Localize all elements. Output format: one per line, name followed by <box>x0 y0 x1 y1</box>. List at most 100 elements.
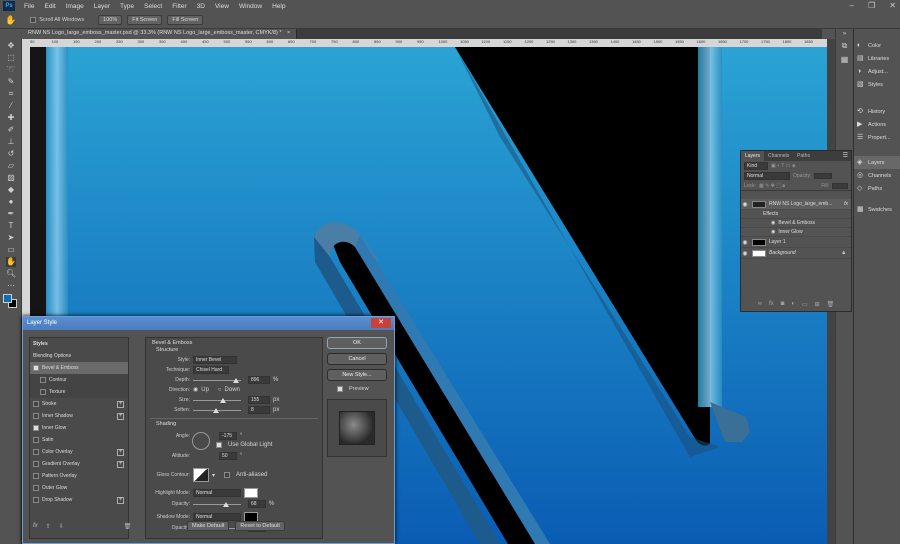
add-style-icon[interactable]: fx <box>769 301 774 308</box>
dialog-title-bar[interactable]: Layer Style ✕ <box>23 317 394 330</box>
menu-filter[interactable]: Filter <box>167 3 191 10</box>
menu-edit[interactable]: Edit <box>39 3 60 10</box>
panel-paths[interactable]: ◇ Paths <box>854 182 900 195</box>
highlight-opacity-slider[interactable] <box>193 501 241 507</box>
add-effect-plus-icon[interactable]: + <box>117 412 124 420</box>
panel-libraries[interactable]: ▤ Libraries <box>854 52 900 65</box>
direction-down-radio[interactable]: ○ <box>218 387 222 393</box>
panel-swatches[interactable]: ▦ Swatches <box>854 203 900 216</box>
style-checkbox[interactable] <box>33 413 39 419</box>
add-effect-plus-icon[interactable]: + <box>117 448 124 456</box>
new-style-button[interactable]: New Style... <box>327 369 387 381</box>
healing-tool-icon[interactable]: ✚ <box>6 113 16 123</box>
visibility-eye-icon[interactable]: ◉ <box>741 239 749 246</box>
foreground-color-swatch[interactable] <box>3 294 12 303</box>
menu-view[interactable]: View <box>210 3 234 10</box>
fill-screen-button[interactable]: Fill Screen <box>167 15 204 25</box>
fill-input[interactable] <box>832 182 848 189</box>
visibility-eye-icon[interactable]: ◉ <box>741 201 749 208</box>
style-checkbox[interactable] <box>33 497 39 503</box>
style-item-inner-shadow[interactable]: Inner Shadow + <box>30 410 128 422</box>
menu-file[interactable]: File <box>19 3 39 10</box>
lock-icons[interactable]: ▦ ✎ ✥ ⬚ 🔒︎ <box>759 183 785 189</box>
visibility-eye-icon[interactable]: ◉ <box>771 220 775 226</box>
quick-select-tool-icon[interactable]: ✎ <box>6 77 16 87</box>
add-effect-plus-icon[interactable]: + <box>117 496 124 504</box>
highlight-opacity-input[interactable]: 68 <box>248 500 266 508</box>
style-item-gradient-overlay[interactable]: Gradient Overlay + <box>30 458 128 470</box>
style-item-contour[interactable]: Contour <box>30 374 128 386</box>
highlight-opacity-knob[interactable] <box>222 501 229 507</box>
style-item-color-overlay[interactable]: Color Overlay + <box>30 446 128 458</box>
highlight-mode-select[interactable]: Normal <box>193 489 241 497</box>
gloss-contour-picker[interactable] <box>193 468 209 482</box>
hand-tool-icon[interactable]: ✋ <box>6 257 16 267</box>
filter-icons[interactable]: ▣ ◐ T ▭ ◈ <box>771 163 796 169</box>
pen-tool-icon[interactable]: ✒ <box>6 209 16 219</box>
eyedropper-tool-icon[interactable]: ⁄ <box>6 101 16 111</box>
menu-layer[interactable]: Layer <box>89 3 115 10</box>
restore-button[interactable]: ❐ <box>868 1 875 10</box>
stamp-tool-icon[interactable]: ⊥ <box>6 137 16 147</box>
adjustment-layer-icon[interactable]: ◐ <box>791 301 795 308</box>
horizontal-ruler[interactable]: 50 100 150 200 250 300 350 400 450 500 550 600 650 70… <box>22 39 830 47</box>
layer-effect-inner-glow[interactable]: ◉ Inner Glow <box>741 228 851 237</box>
size-input[interactable]: 155 <box>248 396 270 404</box>
new-layer-icon[interactable]: ⊞ <box>815 301 820 308</box>
tab-channels[interactable]: Channels <box>764 151 793 161</box>
style-select[interactable]: Inner Bevel <box>193 356 237 364</box>
panel-menu-icon[interactable]: ☰ <box>840 151 851 161</box>
blur-tool-icon[interactable]: ◆ <box>6 185 16 195</box>
layer-row-background[interactable]: ◉ Background 🔒︎ <box>741 248 851 259</box>
document-tab[interactable]: RNW NS Logo_large_emboss_master.psd @ 33… <box>22 29 298 39</box>
delete-layer-icon[interactable]: 🗑︎ <box>827 301 835 308</box>
type-tool-icon[interactable]: T <box>6 221 16 231</box>
marquee-tool-icon[interactable]: ⬚ <box>6 53 16 63</box>
soften-slider-knob[interactable] <box>213 407 220 413</box>
style-checkbox[interactable] <box>33 425 39 431</box>
menu-select[interactable]: Select <box>139 3 167 10</box>
menu-help[interactable]: Help <box>267 3 290 10</box>
shape-tool-icon[interactable]: ▭ <box>6 245 16 255</box>
reset-to-default-button[interactable]: Reset to Default <box>235 521 285 531</box>
style-checkbox[interactable] <box>33 461 39 467</box>
depth-slider-knob[interactable] <box>233 377 240 383</box>
style-item-pattern-overlay[interactable]: Pattern Overlay <box>30 470 128 482</box>
panel-color[interactable]: ◐ Color <box>854 39 900 52</box>
style-checkbox[interactable] <box>33 401 39 407</box>
direction-up-radio[interactable]: ◉ <box>193 386 198 393</box>
panel-history[interactable]: ⟲ History <box>854 105 900 118</box>
make-default-button[interactable]: Make Default <box>187 521 230 531</box>
style-checkbox[interactable] <box>40 377 46 383</box>
depth-input[interactable]: 896 <box>248 376 270 384</box>
add-mask-icon[interactable]: ◙ <box>781 301 785 308</box>
style-item-blending-options[interactable]: Blending Options <box>30 350 128 362</box>
kind-filter-select[interactable]: Kind <box>744 162 768 170</box>
add-effect-plus-icon[interactable]: + <box>117 400 124 408</box>
style-item-styles[interactable]: Styles <box>30 338 128 350</box>
soften-input[interactable]: 8 <box>248 406 270 414</box>
visibility-eye-icon[interactable]: ◉ <box>741 250 749 257</box>
technique-select[interactable]: Chisel Hard <box>193 366 229 374</box>
panel-adjustments[interactable]: ◑ Adjust... <box>854 65 900 78</box>
style-item-inner-glow[interactable]: Inner Glow <box>30 422 128 434</box>
panel-layers[interactable]: ◈ Layers <box>854 156 900 169</box>
style-item-stroke[interactable]: Stroke + <box>30 398 128 410</box>
dodge-tool-icon[interactable]: ● <box>6 197 16 207</box>
opacity-input[interactable] <box>814 173 833 179</box>
menu-type[interactable]: Type <box>115 3 139 10</box>
style-item-texture[interactable]: Texture <box>30 386 128 398</box>
brush-presets-icon[interactable]: ▦ <box>836 55 853 64</box>
menu-3d[interactable]: 3D <box>192 3 210 10</box>
dialog-close-button[interactable]: ✕ <box>371 318 391 328</box>
zoom-100-button[interactable]: 100% <box>98 15 123 25</box>
new-group-icon[interactable]: ▭ <box>802 301 808 308</box>
cancel-button[interactable]: Cancel <box>327 353 387 365</box>
tab-paths[interactable]: Paths <box>793 151 814 161</box>
eraser-tool-icon[interactable]: ▱ <box>6 161 16 171</box>
style-item-satin[interactable]: Satin <box>30 434 128 446</box>
link-layers-icon[interactable]: ∞ <box>758 301 762 308</box>
tab-layers[interactable]: Layers <box>741 151 765 161</box>
crop-tool-icon[interactable]: ⌗ <box>6 89 16 99</box>
style-checkbox[interactable] <box>33 437 39 443</box>
